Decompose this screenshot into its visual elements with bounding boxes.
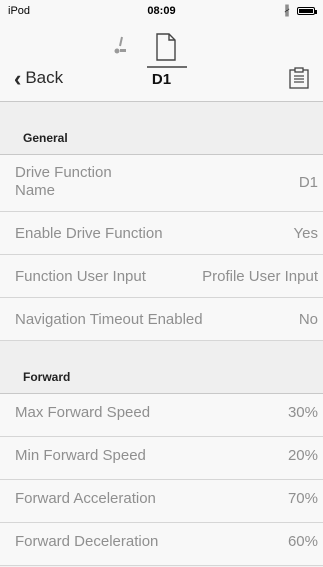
selected-tab-indicator bbox=[147, 66, 187, 68]
setting-label: Enable Drive Function bbox=[15, 225, 163, 242]
setting-label: Drive Function Name bbox=[15, 164, 112, 199]
setting-label: Min Forward Speed bbox=[15, 447, 146, 464]
setting-label: Navigation Timeout Enabled bbox=[15, 311, 203, 328]
section-title: General bbox=[23, 131, 68, 145]
setting-row-forward-acceleration[interactable]: Forward Acceleration 70% bbox=[0, 480, 323, 523]
bluetooth-icon: ∦ bbox=[284, 3, 290, 17]
setting-row-navigation-timeout[interactable]: Navigation Timeout Enabled No bbox=[0, 298, 323, 341]
setting-row-drive-function-name[interactable]: Drive Function Name D1 bbox=[0, 155, 323, 212]
setting-row-min-forward-speed[interactable]: Min Forward Speed 20% bbox=[0, 437, 323, 480]
setting-label: Function User Input bbox=[15, 268, 146, 285]
seat-icon[interactable] bbox=[111, 36, 127, 56]
setting-value: Profile User Input bbox=[202, 268, 318, 285]
section-title: Forward bbox=[23, 370, 71, 384]
setting-value: No bbox=[298, 311, 318, 328]
setting-row-function-user-input[interactable]: Function User Input Profile User Input bbox=[0, 255, 323, 298]
battery-icon bbox=[297, 7, 317, 15]
setting-value: 60% bbox=[287, 533, 318, 550]
section-header-forward: Forward bbox=[0, 341, 323, 394]
setting-label: Forward Acceleration bbox=[15, 490, 156, 507]
setting-row-enable-drive-function[interactable]: Enable Drive Function Yes bbox=[0, 212, 323, 255]
navigation-bar: ‹ Back D1 bbox=[0, 22, 323, 102]
setting-row-max-forward-speed[interactable]: Max Forward Speed 30% bbox=[0, 394, 323, 437]
section-header-general: General bbox=[0, 102, 323, 155]
clock: 08:09 bbox=[147, 5, 176, 17]
document-icon[interactable] bbox=[154, 33, 178, 61]
setting-value: 20% bbox=[287, 447, 318, 464]
setting-label: Forward Deceleration bbox=[15, 533, 159, 550]
setting-value: D1 bbox=[298, 174, 318, 191]
setting-row-forward-deceleration[interactable]: Forward Deceleration 60% bbox=[0, 523, 323, 566]
status-bar: iPod 08:09 ∦ bbox=[0, 0, 323, 22]
page-title: D1 bbox=[151, 71, 172, 88]
mode-selector bbox=[0, 30, 323, 68]
setting-label: Max Forward Speed bbox=[15, 404, 151, 421]
clipboard-icon[interactable] bbox=[289, 67, 309, 89]
setting-value: Yes bbox=[293, 225, 318, 242]
setting-value: 70% bbox=[287, 490, 318, 507]
setting-value: 30% bbox=[287, 404, 318, 421]
